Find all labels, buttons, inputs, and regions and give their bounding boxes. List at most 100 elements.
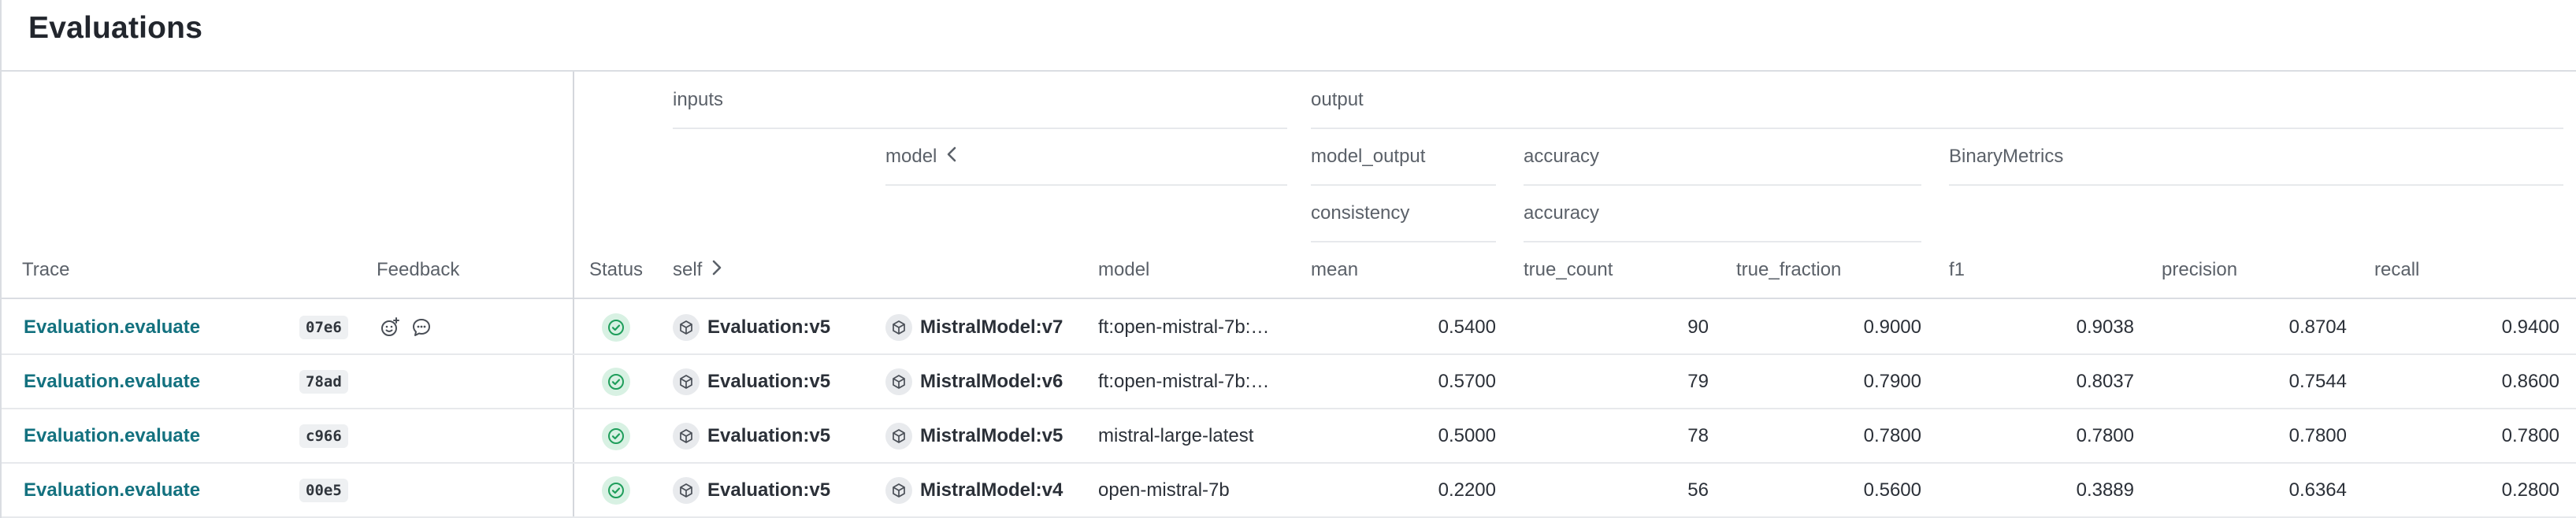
trace-id-cell: 07e6 <box>299 301 348 353</box>
self-cell: Evaluation:v5 <box>673 409 830 462</box>
column-header-precision[interactable]: precision <box>2162 256 2237 284</box>
trace-id-cell: 78ad <box>299 355 348 408</box>
model-object-label: MistralModel:v4 <box>920 479 1063 501</box>
self-object-link[interactable]: Evaluation:v5 <box>673 368 830 395</box>
column-header-true-fraction-label: true_fraction <box>1736 259 1842 280</box>
trace-link[interactable]: Evaluation.evaluate <box>24 479 200 501</box>
trace-link[interactable]: Evaluation.evaluate <box>24 316 200 339</box>
check-circle-icon <box>602 421 630 450</box>
self-object-link[interactable]: Evaluation:v5 <box>673 313 830 341</box>
header-group-output-label: output <box>1311 89 1364 110</box>
evaluations-table: inputs output model model_output accurac… <box>2 72 2576 518</box>
column-header-f1[interactable]: f1 <box>1949 256 1965 284</box>
column-header-true-count[interactable]: true_count <box>1524 256 1613 284</box>
mean-cell: 0.5000 <box>1438 424 1496 446</box>
trace-cell: Evaluation.evaluate <box>24 464 200 516</box>
cube-icon <box>885 368 912 395</box>
precision-cell: 0.8704 <box>2288 316 2347 338</box>
column-header-self-label: self <box>673 259 703 280</box>
header-group-accuracy: accuracy <box>1524 142 1599 171</box>
header-group-binary-metrics-label: BinaryMetrics <box>1949 146 2064 167</box>
header-group-accuracy-sub-label: accuracy <box>1524 202 1600 224</box>
self-object-link[interactable]: Evaluation:v5 <box>673 422 831 450</box>
self-object-label: Evaluation:v5 <box>707 424 831 446</box>
header-group-model[interactable]: model <box>885 142 957 171</box>
chevron-right-icon[interactable] <box>711 259 722 281</box>
self-cell: Evaluation:v5 <box>673 301 830 353</box>
feedback-cell <box>378 301 433 353</box>
column-header-mean[interactable]: mean <box>1311 256 1358 284</box>
trace-id-badge[interactable]: 07e6 <box>299 315 348 339</box>
f1-cell: 0.3889 <box>2076 479 2134 501</box>
column-header-trace-label: Trace <box>22 259 70 280</box>
trace-link[interactable]: Evaluation.evaluate <box>24 425 200 447</box>
add-reaction-icon[interactable] <box>378 316 402 339</box>
chevron-left-icon[interactable] <box>946 146 957 168</box>
divider <box>1311 184 1496 186</box>
mean-cell: 0.5400 <box>1438 316 1496 338</box>
column-header-model[interactable]: model <box>1098 256 1149 284</box>
true-count-cell: 79 <box>1687 370 1709 392</box>
trace-id-badge[interactable]: c966 <box>299 424 348 448</box>
table-row[interactable]: Evaluation.evaluate 00e5 Evaluation:v5 M… <box>2 464 2576 518</box>
header-group-model-label: model <box>885 146 937 167</box>
table-row[interactable]: Evaluation.evaluate c966 Evaluation:v5 M… <box>2 409 2576 464</box>
table-header: inputs output model model_output accurac… <box>2 72 2576 299</box>
column-header-feedback[interactable]: Feedback <box>377 256 459 284</box>
cube-icon <box>673 422 700 450</box>
divider <box>1949 184 2563 186</box>
trace-cell: Evaluation.evaluate <box>24 301 200 353</box>
model-name-cell: mistral-large-latest <box>1098 424 1254 446</box>
trace-id-cell: c966 <box>299 409 348 462</box>
divider <box>885 184 1287 186</box>
divider <box>673 128 1287 129</box>
true-fraction-cell: 0.7900 <box>1863 370 1921 392</box>
recall-cell: 0.7800 <box>2501 424 2559 446</box>
true-fraction-cell: 0.7800 <box>1863 424 1921 446</box>
cube-icon <box>673 313 700 341</box>
model-object-link[interactable]: MistralModel:v5 <box>885 422 1063 450</box>
recall-cell: 0.9400 <box>2501 316 2559 338</box>
title-bar: Evaluations <box>2 0 2576 72</box>
divider <box>1524 241 1921 242</box>
trace-cell: Evaluation.evaluate <box>24 409 200 462</box>
header-group-consistency-label: consistency <box>1311 202 1410 224</box>
trace-id-badge[interactable]: 78ad <box>299 369 348 394</box>
cube-icon <box>885 476 912 504</box>
self-cell: Evaluation:v5 <box>673 355 830 408</box>
header-group-consistency: consistency <box>1311 199 1409 228</box>
header-group-inputs-label: inputs <box>673 89 724 110</box>
status-cell <box>602 409 630 462</box>
model-object-link[interactable]: MistralModel:v4 <box>885 476 1063 504</box>
model-name-cell: ft:open-mistral-7b:… <box>1098 316 1270 338</box>
recall-cell: 0.8600 <box>2501 370 2559 392</box>
true-count-cell: 78 <box>1687 424 1709 446</box>
table-row[interactable]: Evaluation.evaluate 78ad Evaluation:v5 M… <box>2 355 2576 409</box>
status-cell <box>602 301 630 353</box>
column-header-true-fraction[interactable]: true_fraction <box>1736 256 1841 284</box>
column-header-self[interactable]: self <box>673 256 722 284</box>
true-count-cell: 90 <box>1687 316 1709 338</box>
divider <box>1311 241 1496 242</box>
column-header-trace[interactable]: Trace <box>22 256 69 284</box>
table-row[interactable]: Evaluation.evaluate 07e6 Evaluation:v5 M… <box>2 301 2576 355</box>
model-ref-cell: MistralModel:v7 <box>885 301 1063 353</box>
comment-icon[interactable] <box>410 316 433 339</box>
true-fraction-cell: 0.9000 <box>1863 316 1921 338</box>
column-header-mean-label: mean <box>1311 259 1359 280</box>
column-header-recall[interactable]: recall <box>2374 256 2419 284</box>
cube-icon <box>673 476 700 504</box>
true-count-cell: 56 <box>1687 479 1709 501</box>
model-name-cell: open-mistral-7b <box>1098 479 1230 501</box>
trace-cell: Evaluation.evaluate <box>24 355 200 408</box>
model-object-link[interactable]: MistralModel:v7 <box>885 313 1063 341</box>
page-title: Evaluations <box>28 11 203 45</box>
column-header-status[interactable]: Status <box>589 256 643 284</box>
trace-link[interactable]: Evaluation.evaluate <box>24 371 200 393</box>
mean-cell: 0.2200 <box>1438 479 1496 501</box>
self-object-link[interactable]: Evaluation:v5 <box>673 476 830 504</box>
column-header-f1-label: f1 <box>1949 259 1965 280</box>
trace-id-badge[interactable]: 00e5 <box>299 478 348 502</box>
model-object-link[interactable]: MistralModel:v6 <box>885 368 1063 395</box>
trace-id-cell: 00e5 <box>299 464 348 516</box>
